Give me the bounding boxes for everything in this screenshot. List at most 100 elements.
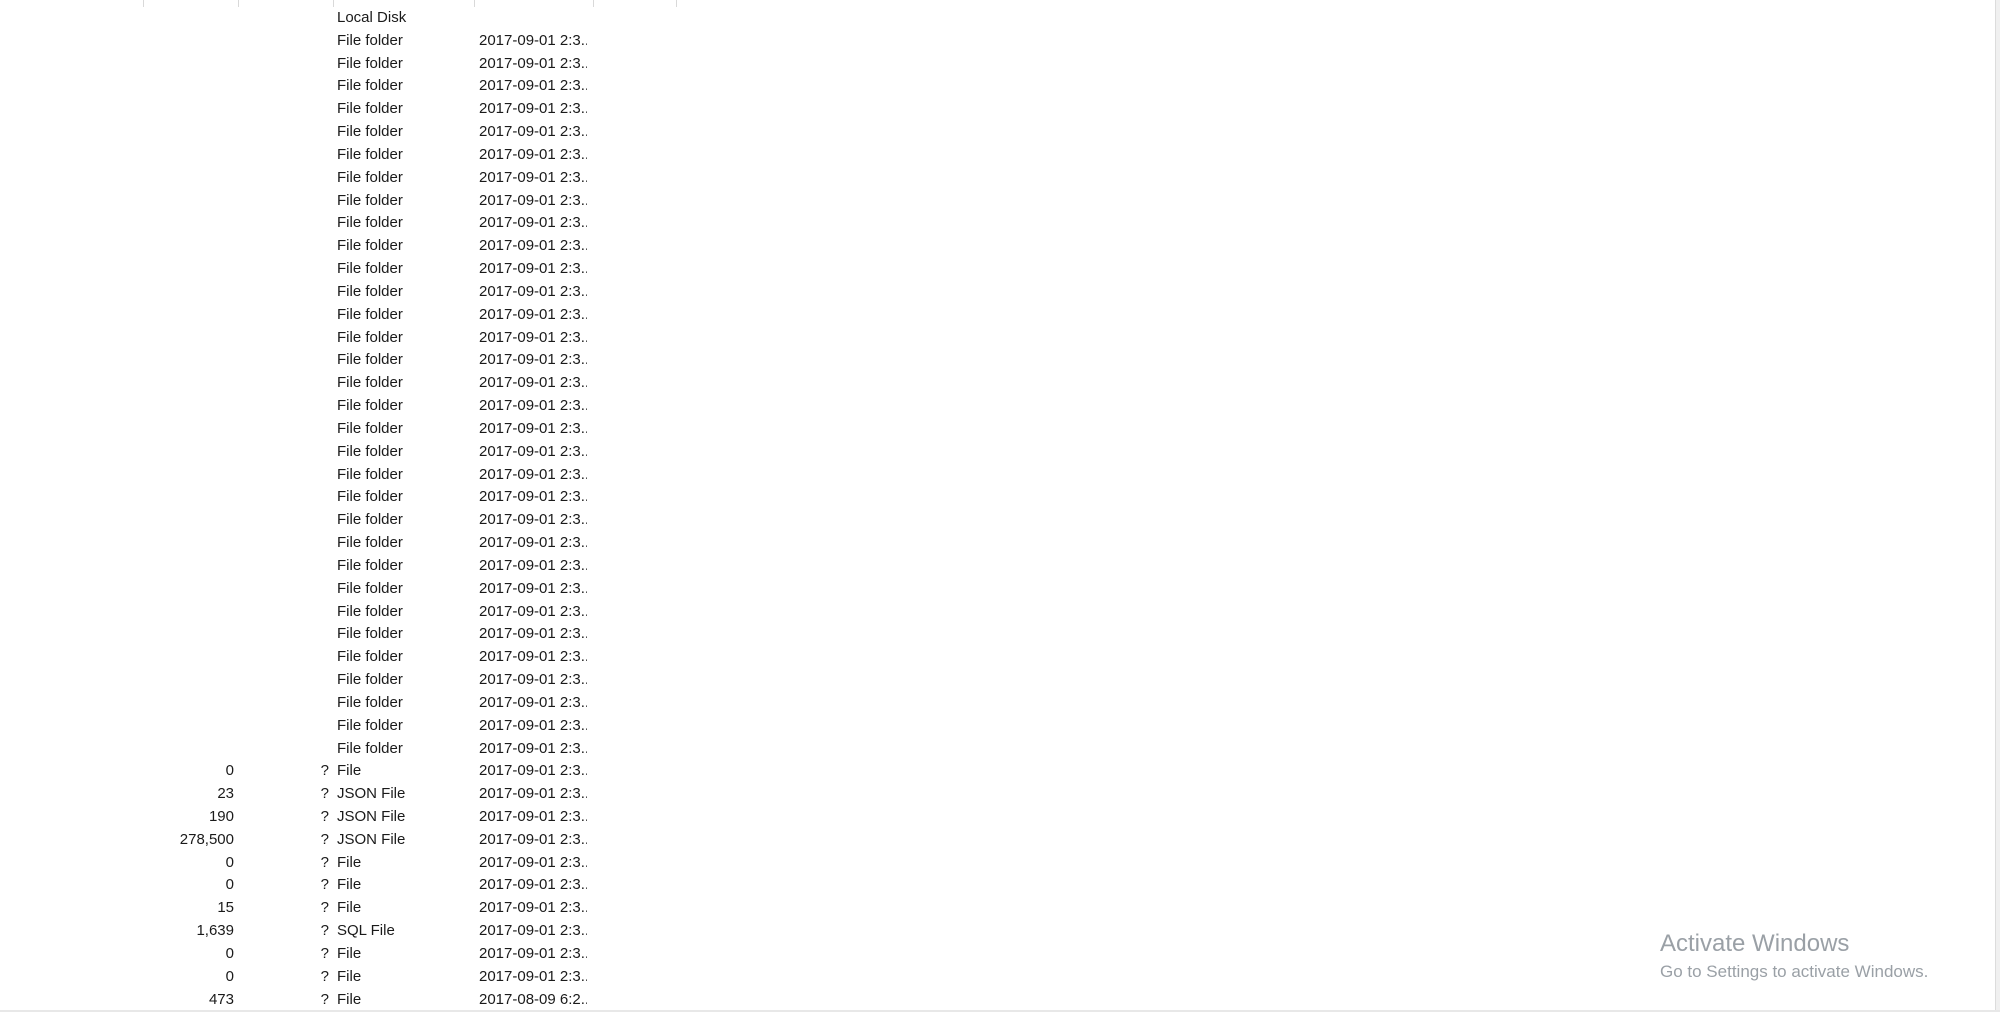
list-item[interactable]: domainkeysFile folder2017-09-01 2:3... xyxy=(0,167,1996,190)
file-modified: 2017-09-01 2:3... xyxy=(479,511,587,529)
file-size: 278,500 xyxy=(179,830,234,848)
file-type: File folder xyxy=(337,100,403,118)
file-type: File folder xyxy=(337,739,403,757)
list-item[interactable]: bandwidth_db.js...190?JSON File2017-09-0… xyxy=(0,806,1996,829)
file-type: File folder xyxy=(337,237,403,255)
list-item[interactable]: ipsFile folder2017-09-01 2:3... xyxy=(0,235,1996,258)
list-item[interactable]: proftpdpasswd473?File2017-08-09 6:2... xyxy=(0,989,1996,1012)
list-item[interactable]: homedir_paths15?File2017-09-01 2:3... xyxy=(0,897,1996,920)
file-type: SQL File xyxy=(337,922,395,940)
file-type: File folder xyxy=(337,693,403,711)
file-type: File folder xyxy=(337,716,403,734)
file-type: File folder xyxy=(337,465,403,483)
list-item[interactable]: httpfilesFile folder2017-09-01 2:3... xyxy=(0,212,1996,235)
file-modified: 2017-09-01 2:3... xyxy=(479,762,587,780)
list-item[interactable]: ..Local Disk xyxy=(0,7,1996,30)
list-item[interactable]: mmaFile folder2017-09-01 2:3... xyxy=(0,349,1996,372)
list-item[interactable]: resellerpackagesFile folder2017-09-01 2:… xyxy=(0,509,1996,532)
file-type: File folder xyxy=(337,145,403,163)
list-item[interactable]: sslcertsFile folder2017-09-01 2:3... xyxy=(0,555,1996,578)
file-size: 0 xyxy=(225,762,234,780)
file-type: File folder xyxy=(337,671,403,689)
file-type: File xyxy=(337,944,362,962)
file-type: File folder xyxy=(337,77,403,95)
file-modified: 2017-09-01 2:3... xyxy=(479,214,587,232)
list-item[interactable]: sslFile folder2017-09-01 2:3... xyxy=(0,532,1996,555)
file-modified: 2017-09-01 2:3... xyxy=(479,374,587,392)
file-modified: 2017-09-01 2:3... xyxy=(479,830,587,848)
list-item[interactable]: mysqlFile folder2017-09-01 2:3... xyxy=(0,395,1996,418)
list-item[interactable]: resellerfeaturesFile folder2017-09-01 2:… xyxy=(0,486,1996,509)
list-item[interactable]: vaFile folder2017-09-01 2:3... xyxy=(0,692,1996,715)
list-item[interactable]: userdataFile folder2017-09-01 2:3... xyxy=(0,669,1996,692)
file-modified: 2017-09-01 2:3... xyxy=(479,77,587,95)
list-item[interactable]: countersFile folder2017-09-01 2:3... xyxy=(0,75,1996,98)
list-item[interactable]: psqlFile folder2017-09-01 2:3... xyxy=(0,441,1996,464)
file-type: File folder xyxy=(337,419,403,437)
list-item[interactable]: metaFile folder2017-09-01 2:3... xyxy=(0,304,1996,327)
list-item[interactable]: digestshadow0?File2017-09-01 2:3... xyxy=(0,852,1996,875)
file-type: File folder xyxy=(337,214,403,232)
list-item[interactable]: bandwidth_dbFile folder2017-09-01 2:3... xyxy=(0,53,1996,76)
file-modified: 2017-09-01 2:3... xyxy=(479,922,587,940)
file-modified: 2017-09-01 2:3... xyxy=(479,579,587,597)
list-item[interactable]: logsFile folder2017-09-01 2:3... xyxy=(0,281,1996,304)
file-size: 23 xyxy=(217,785,234,803)
file-modified: 2017-09-01 2:3... xyxy=(479,397,587,415)
column-divider[interactable] xyxy=(474,0,475,7)
list-item[interactable]: vfFile folder2017-09-01 2:3... xyxy=(0,738,1996,761)
file-permissions: ? xyxy=(320,899,329,917)
file-modified: 2017-09-01 2:3... xyxy=(479,785,587,803)
file-modified: 2017-09-01 2:3... xyxy=(479,442,587,460)
column-divider[interactable] xyxy=(333,0,334,7)
file-type: File folder xyxy=(337,191,403,209)
file-modified: 2017-09-01 2:3... xyxy=(479,465,587,483)
file-modified: 2017-09-01 2:3... xyxy=(479,739,587,757)
list-item[interactable]: has_sslstorage0?File2017-09-01 2:3... xyxy=(0,874,1996,897)
file-type: File xyxy=(337,990,362,1008)
file-modified: 2017-09-01 2:3... xyxy=(479,123,587,141)
file-size: 15 xyxy=(217,899,234,917)
file-type: File xyxy=(337,899,362,917)
list-item[interactable]: suspendedFile folder2017-09-01 2:3... xyxy=(0,601,1996,624)
list-item[interactable]: dnszonesFile folder2017-09-01 2:3... xyxy=(0,144,1996,167)
file-modified: 2017-09-01 2:3... xyxy=(479,168,587,186)
column-divider[interactable] xyxy=(593,0,594,7)
file-type: File folder xyxy=(337,488,403,506)
list-item[interactable]: resellerconfigFile folder2017-09-01 2:3.… xyxy=(0,464,1996,487)
list-item[interactable]: bandwidthFile folder2017-09-01 2:3... xyxy=(0,30,1996,53)
list-item[interactable]: cronFile folder2017-09-01 2:3... xyxy=(0,121,1996,144)
list-item[interactable]: autossl.json23?JSON File2017-09-01 2:3..… xyxy=(0,783,1996,806)
vertical-scrollbar[interactable] xyxy=(1995,0,2000,1012)
file-type: File folder xyxy=(337,602,403,620)
file-modified: 2017-09-01 2:3... xyxy=(479,625,587,643)
file-permissions: ? xyxy=(320,830,329,848)
list-item[interactable]: vadFile folder2017-09-01 2:3... xyxy=(0,715,1996,738)
list-item[interactable]: sslkeysFile folder2017-09-01 2:3... xyxy=(0,578,1996,601)
list-item[interactable]: homedirFile folder2017-09-01 2:3... xyxy=(0,190,1996,213)
file-type: File folder xyxy=(337,123,403,141)
column-divider[interactable] xyxy=(238,0,239,7)
list-item[interactable]: mysql-timestampsFile folder2017-09-01 2:… xyxy=(0,418,1996,441)
file-modified: 2017-09-01 2:3... xyxy=(479,419,587,437)
file-type: File folder xyxy=(337,260,403,278)
list-item[interactable]: mmsFile folder2017-09-01 2:3... xyxy=(0,372,1996,395)
list-item[interactable]: addons0?File2017-09-01 2:3... xyxy=(0,760,1996,783)
column-divider[interactable] xyxy=(143,0,144,7)
file-type: File folder xyxy=(337,511,403,529)
file-modified: 2017-08-09 6:2... xyxy=(479,990,587,1008)
list-item[interactable]: cpFile folder2017-09-01 2:3... xyxy=(0,98,1996,121)
list-item[interactable]: mmFile folder2017-09-01 2:3... xyxy=(0,327,1996,350)
file-permissions: ? xyxy=(320,785,329,803)
file-type: File folder xyxy=(337,328,403,346)
list-item[interactable]: localeFile folder2017-09-01 2:3... xyxy=(0,258,1996,281)
file-modified: 2017-09-01 2:3... xyxy=(479,853,587,871)
file-type: File xyxy=(337,967,362,985)
list-item[interactable]: userconfigFile folder2017-09-01 2:3... xyxy=(0,646,1996,669)
file-type: File folder xyxy=(337,397,403,415)
file-type: File folder xyxy=(337,556,403,574)
column-divider[interactable] xyxy=(676,0,677,7)
list-item[interactable]: suspendinfoFile folder2017-09-01 2:3... xyxy=(0,623,1996,646)
file-type: File folder xyxy=(337,54,403,72)
list-item[interactable]: bandwidth_db_d...278,500?JSON File2017-0… xyxy=(0,829,1996,852)
